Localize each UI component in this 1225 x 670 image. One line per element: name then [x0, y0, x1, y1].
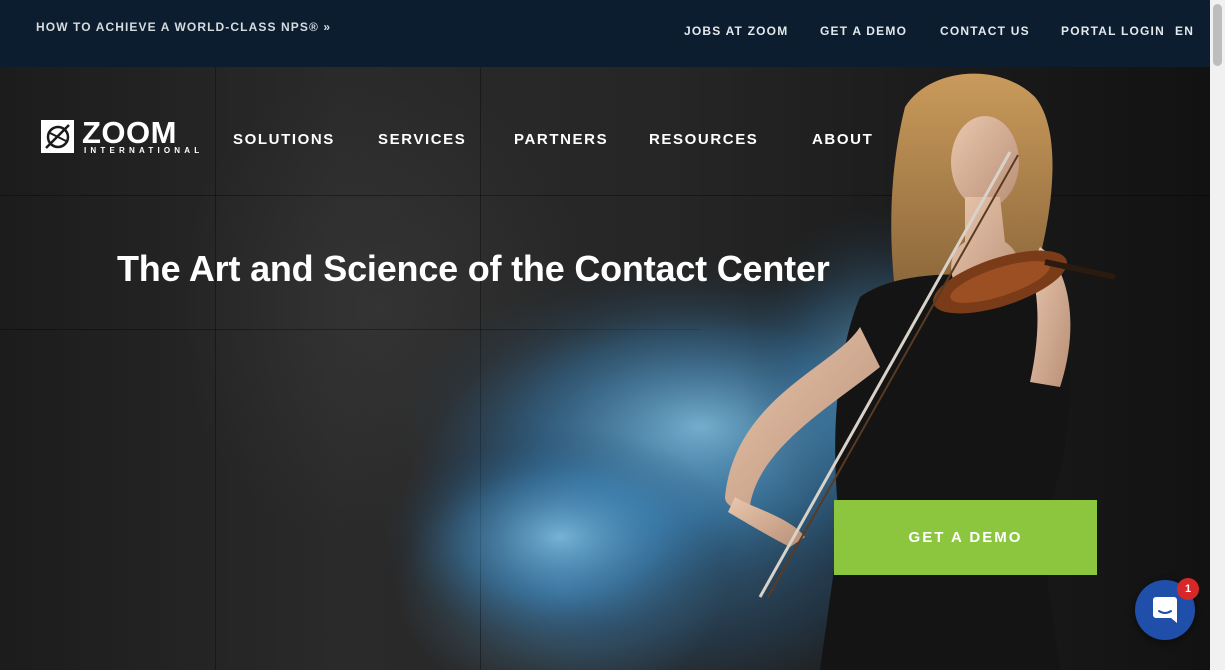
contact-us-link[interactable]: CONTACT US	[940, 24, 1030, 38]
portal-login-link[interactable]: PORTAL LOGIN	[1061, 24, 1165, 38]
chat-notification-badge: 1	[1177, 578, 1199, 600]
nav-about[interactable]: ABOUT	[812, 131, 873, 148]
chat-icon	[1153, 597, 1177, 623]
nav-solutions[interactable]: SOLUTIONS	[233, 131, 335, 148]
scrollbar-thumb[interactable]	[1213, 4, 1222, 66]
nav-services[interactable]: SERVICES	[378, 131, 466, 148]
hero-banner: ZOOM INTERNATIONAL SOLUTIONS SERVICES PA…	[0, 67, 1210, 670]
logo-wordmark: ZOOM	[82, 115, 177, 150]
nav-resources[interactable]: RESOURCES	[649, 131, 758, 148]
language-selector[interactable]: EN	[1175, 24, 1194, 38]
page-scrollbar[interactable]	[1210, 0, 1225, 670]
get-demo-link[interactable]: GET A DEMO	[820, 24, 907, 38]
hero-headline: The Art and Science of the Contact Cente…	[117, 248, 830, 289]
logo-subtitle: INTERNATIONAL	[84, 146, 204, 155]
zoom-logo-icon	[41, 120, 74, 153]
utility-bar: HOW TO ACHIEVE A WORLD-CLASS NPS® » JOBS…	[0, 0, 1210, 67]
nps-promo-link[interactable]: HOW TO ACHIEVE A WORLD-CLASS NPS® »	[36, 20, 331, 34]
jobs-link[interactable]: JOBS AT ZOOM	[684, 24, 788, 38]
nav-partners[interactable]: PARTNERS	[514, 131, 608, 148]
get-demo-button[interactable]: GET A DEMO	[834, 500, 1097, 575]
zoom-logo[interactable]: ZOOM INTERNATIONAL	[41, 115, 216, 158]
